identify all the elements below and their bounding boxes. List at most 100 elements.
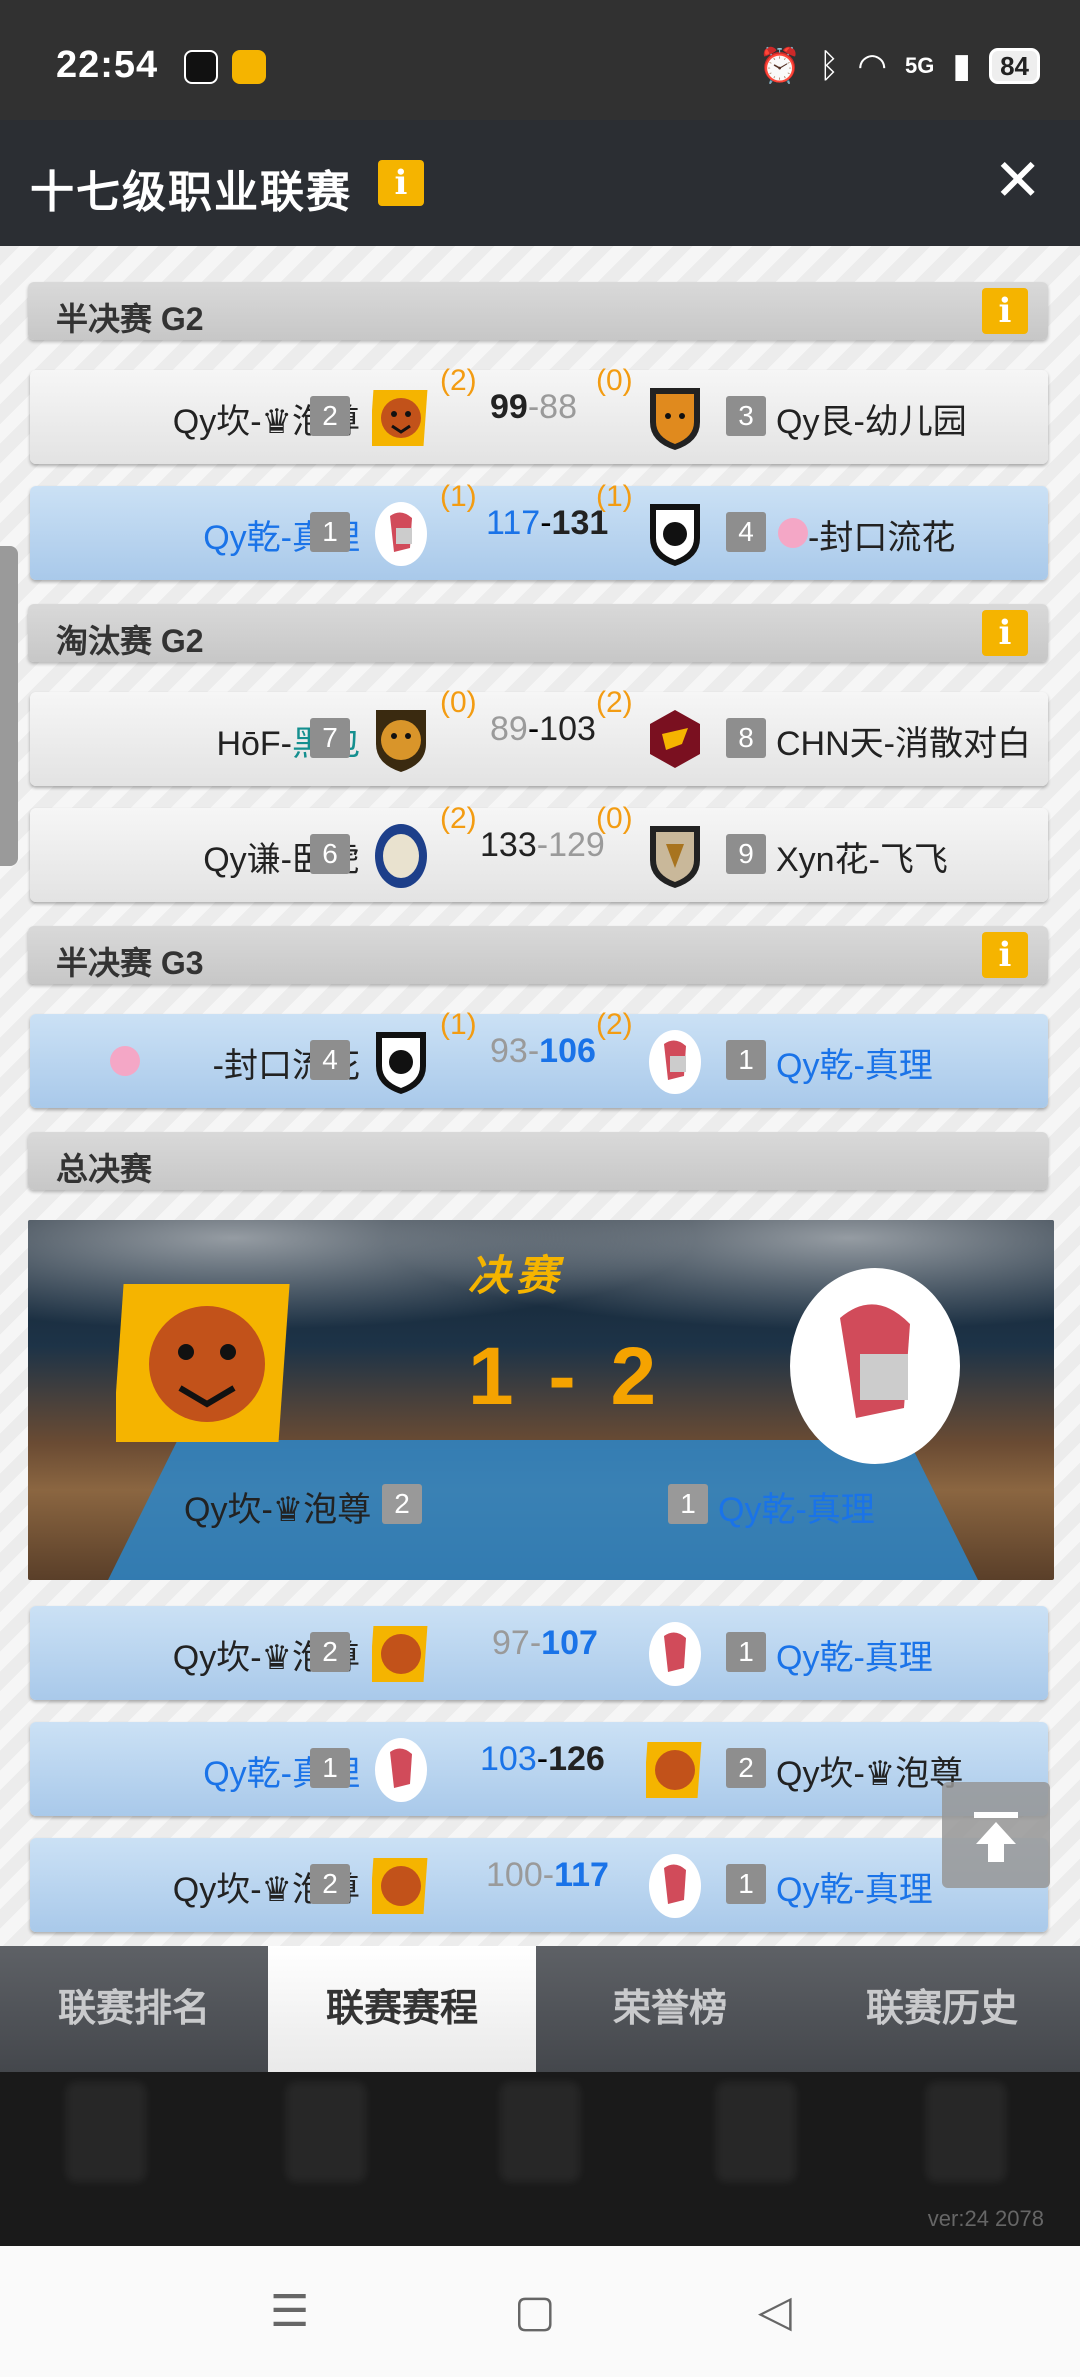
score: 133-129 xyxy=(480,826,605,864)
tab-honor-roll[interactable]: 荣誉榜 xyxy=(536,1946,804,2072)
series-score: 1 - 2 xyxy=(468,1331,663,1422)
team-left-seed: 2 xyxy=(310,1864,350,1904)
team-left-seed: 1 xyxy=(310,1748,350,1788)
arrow-up-icon xyxy=(974,1812,1018,1862)
final-title: 决赛 xyxy=(468,1252,565,1299)
match-row[interactable]: Qy乾-真理 1 103-126 2 Qy坎-♛泡尊 xyxy=(30,1722,1048,1816)
wifi-icon: ◠ xyxy=(857,47,887,85)
knight-logo-icon xyxy=(790,1268,960,1464)
info-button[interactable]: i xyxy=(378,160,424,206)
score: 117-131 xyxy=(486,504,609,542)
tiger-badge-logo-icon xyxy=(372,704,430,774)
team-right-seed: 8 xyxy=(726,718,766,758)
flower-icon xyxy=(778,518,808,548)
schedule-content[interactable]: 半决赛 G2 i Qy坎-♛泡尊 2 (2) 99-88 (0) 3 Qy艮-幼… xyxy=(0,246,1080,1946)
blurred-app-dock: ver:24 2078 xyxy=(0,2072,1080,2246)
status-time: 22:54 xyxy=(56,44,159,86)
back-to-top-button[interactable] xyxy=(942,1782,1050,1888)
dragon-logo-icon xyxy=(646,704,704,774)
laurel-logo-icon xyxy=(372,820,430,890)
menu-icon[interactable]: ☰ xyxy=(270,2286,309,2337)
tab-league-ranking[interactable]: 联赛排名 xyxy=(0,1946,268,2072)
tiger-logo-icon xyxy=(112,1278,298,1448)
tab-league-schedule[interactable]: 联赛赛程 xyxy=(268,1946,536,2072)
match-row[interactable]: Qy坎-♛泡尊 2 100-117 1 Qy乾-真理 xyxy=(30,1838,1048,1932)
wolf-logo-icon xyxy=(646,382,704,452)
section-title: 淘汰赛 G2 xyxy=(56,623,204,659)
flower-icon xyxy=(110,1046,140,1076)
tiger-logo-icon xyxy=(369,1850,430,1920)
team-left-wins: (1) xyxy=(440,1008,477,1041)
knight-logo-icon xyxy=(646,1026,704,1096)
bottom-tabs: 联赛排名 联赛赛程 荣誉榜 联赛历史 xyxy=(0,1946,1080,2072)
lion-shield-logo-icon xyxy=(646,498,704,568)
status-bar: 22:54 ⏰ ᛒ ◠ 5G ▮ 84 xyxy=(0,0,1080,120)
home-icon[interactable]: ▢ xyxy=(514,2286,556,2337)
team-right-name: -封口流花 xyxy=(808,519,956,557)
team-left-seed: 2 xyxy=(310,396,350,436)
score: 99-88 xyxy=(490,388,577,426)
score: 103-126 xyxy=(480,1740,605,1778)
alarm-icon: ⏰ xyxy=(758,47,801,85)
tiktok-icon xyxy=(184,50,218,84)
team-right-seed: 9 xyxy=(726,834,766,874)
team-left-seed: 2 xyxy=(310,1632,350,1672)
match-row[interactable]: Qy乾-真理 1 (1) 117-131 (1) 4 -封口流花 xyxy=(30,480,1048,580)
tiger-logo-icon xyxy=(643,1734,704,1804)
tab-league-history[interactable]: 联赛历史 xyxy=(808,1946,1076,2072)
version-label: ver:24 2078 xyxy=(927,2206,1044,2231)
section-header-semi-g3: 半决赛 G3 i xyxy=(28,926,1048,984)
lion-shield-logo-icon xyxy=(372,1026,430,1096)
match-row[interactable]: Qy谦-卧虎 6 (2) 133-129 (0) 9 Xyn花-飞飞 xyxy=(30,802,1048,902)
team-right-seed: 1 xyxy=(726,1864,766,1904)
section-header-elim-g2: 淘汰赛 G2 i xyxy=(28,604,1048,662)
score: 93-106 xyxy=(490,1032,596,1070)
section-title: 总决赛 xyxy=(56,1151,153,1187)
knight-logo-icon xyxy=(646,1850,704,1920)
team-left-seed: 6 xyxy=(310,834,350,874)
team-right-wins: (2) xyxy=(596,686,633,719)
knight-logo-icon xyxy=(372,1734,430,1804)
team-right-name: Qy乾-真理 xyxy=(776,1871,933,1909)
close-button[interactable]: ✕ xyxy=(993,146,1042,214)
team-left-wins: (0) xyxy=(440,686,477,719)
team-left-wins: (2) xyxy=(440,364,477,397)
score: 97-107 xyxy=(492,1624,598,1662)
team-right-seed: 1 xyxy=(726,1632,766,1672)
team-left-seed: 1 xyxy=(310,512,350,552)
team-right-seed: 3 xyxy=(726,396,766,436)
info-button[interactable]: i xyxy=(982,932,1028,978)
team-right-name: Qy坎-♛泡尊 xyxy=(776,1755,964,1793)
tiger-logo-icon xyxy=(369,1618,430,1688)
section-header-final: 总决赛 xyxy=(28,1132,1048,1190)
team-right-seed: 4 xyxy=(726,512,766,552)
final-right-team: Qy乾-真理 xyxy=(718,1491,875,1529)
team-right-wins: (2) xyxy=(596,1008,633,1041)
team-right-wins: (1) xyxy=(596,480,633,513)
page-title: 十七级职业联赛 xyxy=(30,168,352,217)
app-header: 十七级职业联赛 i ✕ xyxy=(0,120,1080,246)
match-row[interactable]: HōF-黑包 7 (0) 89-103 (2) 8 CHN天-消散对白 xyxy=(30,686,1048,786)
match-row[interactable]: Qy坎-♛泡尊 2 (2) 99-88 (0) 3 Qy艮-幼儿园 xyxy=(30,364,1048,464)
battery-icon: 84 xyxy=(989,48,1040,84)
section-title: 半决赛 G2 xyxy=(56,301,204,337)
weibo-icon xyxy=(232,50,266,84)
team-right-wins: (0) xyxy=(596,364,633,397)
team-left-seed: 7 xyxy=(310,718,350,758)
signal-bars-icon: ▮ xyxy=(952,47,972,85)
team-right-name: CHN天-消散对白 xyxy=(776,725,1031,763)
team-left-wins: (1) xyxy=(440,480,477,513)
final-left-seed: 2 xyxy=(382,1484,422,1524)
match-row[interactable]: Qy坎-♛泡尊 2 97-107 1 Qy乾-真理 xyxy=(30,1606,1048,1700)
info-button[interactable]: i xyxy=(982,610,1028,656)
back-icon[interactable]: ◁ xyxy=(758,2286,792,2337)
scroll-rail[interactable] xyxy=(0,546,18,866)
team-left-seed: 4 xyxy=(310,1040,350,1080)
team-right-name: Xyn花-飞飞 xyxy=(776,841,948,879)
match-row[interactable]: -封口流花 4 (1) 93-106 (2) 1 Qy乾-真理 xyxy=(30,1008,1048,1108)
team-right-seed: 2 xyxy=(726,1748,766,1788)
info-button[interactable]: i xyxy=(982,288,1028,334)
final-right-seed: 1 xyxy=(668,1484,708,1524)
score: 89-103 xyxy=(490,710,596,748)
final-banner[interactable]: 决赛 1 - 2 Qy坎-♛泡尊 2 1 Qy乾-真理 xyxy=(28,1220,1054,1580)
